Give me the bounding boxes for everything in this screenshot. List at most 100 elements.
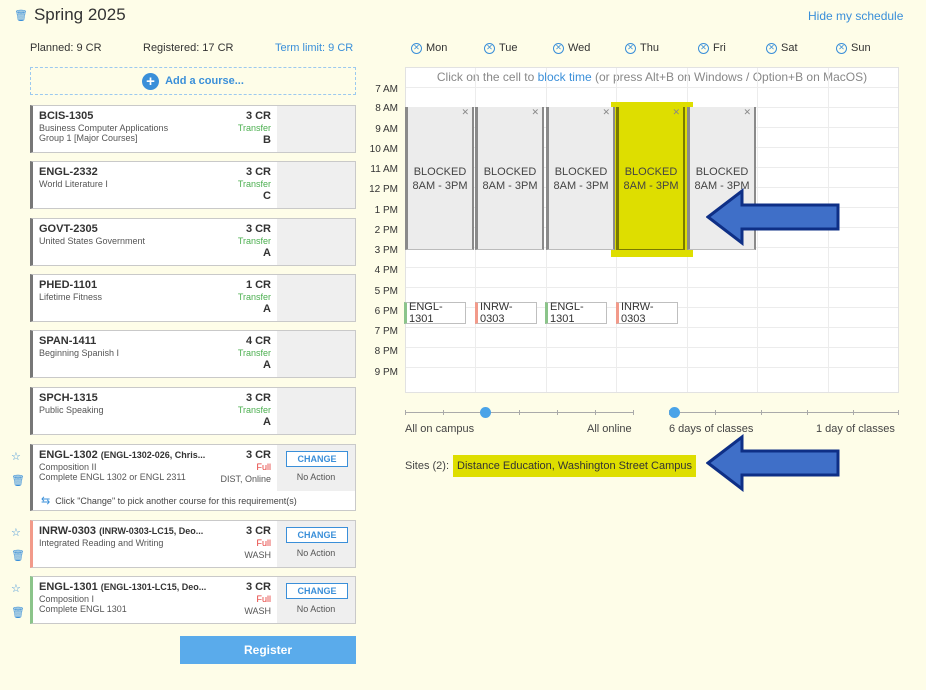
day-toggle-sat[interactable]: ✕ Sat: [766, 42, 798, 54]
day-toggle-tue[interactable]: ✕ Tue: [484, 42, 518, 54]
slider-handle[interactable]: [480, 407, 491, 418]
course-credits: 3 CR: [245, 392, 271, 404]
hide-schedule-link[interactable]: Hide my schedule: [808, 9, 903, 23]
day-label: Mon: [426, 42, 448, 54]
arrow-left-icon: [706, 434, 840, 492]
course-card[interactable]: PHED-1101 Lifetime Fitness 1 CR Transfer…: [30, 274, 356, 322]
slider-handle[interactable]: [669, 407, 680, 418]
course-status: Full: [256, 462, 271, 472]
course-card[interactable]: ENGL-1301 (ENGL-1301-LC15, Deo... Compos…: [30, 576, 356, 624]
change-hint-text: Click "Change" to pick another course fo…: [55, 495, 297, 506]
term-title-text: Spring 2025: [33, 5, 126, 24]
term-title: 🗑 Spring 2025: [14, 5, 126, 25]
course-status: Transfer: [237, 123, 271, 133]
term-limit-link[interactable]: Term limit: 9 CR: [275, 42, 353, 54]
course-card[interactable]: INRW-0303 (INRW-0303-LC15, Deo... Integr…: [30, 520, 356, 568]
course-status: Transfer: [237, 179, 271, 189]
time-label: 8 PM: [374, 346, 398, 357]
class-section-mon[interactable]: ENGL-1301: [404, 301, 466, 325]
swap-icon: ⇆: [41, 495, 51, 507]
close-circle-icon: ✕: [766, 42, 777, 54]
sites-value[interactable]: Distance Education, Washington Street Ca…: [453, 455, 697, 477]
blocked-time-wed[interactable]: ✕ BLOCKED 8AM - 3PM: [546, 107, 615, 250]
course-status: Full: [256, 538, 271, 548]
star-icon[interactable]: ☆: [11, 450, 21, 463]
block-time-range: 8AM - 3PM: [412, 180, 468, 192]
trash-icon[interactable]: 🗑: [11, 474, 25, 487]
time-label: 4 PM: [374, 265, 398, 276]
course-card[interactable]: SPAN-1411 Beginning Spanish I 4 CR Trans…: [30, 330, 356, 378]
change-button[interactable]: CHANGE: [286, 527, 348, 543]
block-label: BLOCKED: [624, 166, 678, 178]
trash-icon[interactable]: 🗑: [14, 9, 28, 22]
day-toggle-fri[interactable]: ✕ Fri: [698, 42, 726, 54]
grid-hint: Click on the cell to block time (or pres…: [406, 70, 898, 84]
course-name: Business Computer Applications: [39, 123, 169, 133]
sites-filter[interactable]: Sites (2): Distance Education, Washingto…: [405, 455, 697, 477]
course-card[interactable]: GOVT-2305 United States Government 3 CR …: [30, 218, 356, 266]
class-section-wed[interactable]: ENGL-1301: [545, 301, 607, 325]
action-status: No Action: [296, 604, 336, 614]
course-card[interactable]: BCIS-1305 Business Computer Applications…: [30, 105, 356, 153]
blocked-time-tue[interactable]: ✕ BLOCKED 8AM - 3PM: [475, 107, 544, 250]
course-section: (ENGL-1302-026, Chris...: [100, 450, 206, 460]
time-label: 8 AM: [375, 103, 398, 114]
time-label: 5 PM: [374, 286, 398, 297]
close-circle-icon: ✕: [553, 42, 564, 54]
course-side-panel: [277, 275, 355, 321]
course-section: (INRW-0303-LC15, Deo...: [99, 526, 204, 536]
course-name: United States Government: [39, 236, 146, 246]
time-label: 11 AM: [370, 164, 398, 175]
day-toggle-thu[interactable]: ✕ Thu: [625, 42, 659, 54]
slider-label-online: All online: [587, 423, 632, 435]
change-button[interactable]: CHANGE: [286, 583, 348, 599]
action-status: No Action: [296, 548, 336, 558]
register-button[interactable]: Register: [180, 636, 356, 664]
course-requirement: Complete ENGL 1302 or ENGL 2311: [39, 472, 186, 482]
time-label: 3 PM: [374, 245, 398, 256]
trash-icon[interactable]: 🗑: [11, 549, 25, 562]
course-side-panel: [277, 219, 355, 265]
blocked-time-thu[interactable]: ✕ BLOCKED 8AM - 3PM: [616, 107, 685, 250]
hint-suffix: (or press Alt+B on Windows / Option+B on…: [591, 70, 868, 84]
day-toggle-mon[interactable]: ✕ Mon: [411, 42, 447, 54]
course-card[interactable]: ENGL-1302 (ENGL-1302-026, Chris... Compo…: [30, 444, 356, 492]
day-label: Sat: [781, 42, 798, 54]
star-icon[interactable]: ☆: [11, 526, 21, 539]
course-card[interactable]: ENGL-2332 World Literature I 3 CR Transf…: [30, 161, 356, 209]
trash-icon[interactable]: 🗑: [11, 606, 25, 619]
day-toggle-sun[interactable]: ✕ Sun: [836, 42, 871, 54]
remove-block-icon[interactable]: ✕: [672, 107, 680, 118]
block-label: BLOCKED: [483, 166, 537, 178]
course-grade: A: [263, 247, 271, 259]
course-section: (ENGL-1301-LC15, Deo...: [100, 582, 207, 592]
remove-block-icon[interactable]: ✕: [461, 107, 469, 118]
course-grade: C: [263, 190, 271, 202]
course-credits: 3 CR: [245, 525, 271, 537]
change-button[interactable]: CHANGE: [286, 451, 348, 467]
star-icon[interactable]: ☆: [11, 582, 21, 595]
course-credits: 1 CR: [245, 279, 271, 291]
campus-online-slider[interactable]: [405, 407, 634, 418]
course-code: SPAN-1411: [39, 335, 97, 347]
add-course-button[interactable]: + Add a course...: [30, 67, 356, 95]
close-circle-icon: ✕: [836, 42, 847, 54]
course-side-panel: [277, 162, 355, 208]
course-card[interactable]: SPCH-1315 Public Speaking 3 CR Transfer …: [30, 387, 356, 435]
close-circle-icon: ✕: [484, 42, 495, 54]
days-of-classes-slider[interactable]: [669, 407, 899, 418]
remove-block-icon[interactable]: ✕: [531, 107, 539, 118]
day-toggle-wed[interactable]: ✕ Wed: [553, 42, 590, 54]
blocked-time-mon[interactable]: ✕ BLOCKED 8AM - 3PM: [405, 107, 474, 250]
course-name: Lifetime Fitness: [39, 292, 103, 302]
course-grade: A: [263, 416, 271, 428]
remove-block-icon[interactable]: ✕: [743, 107, 751, 118]
time-label: 2 PM: [374, 225, 398, 236]
course-grade: B: [263, 134, 271, 146]
class-section-tue[interactable]: INRW-0303: [475, 301, 537, 325]
course-name: Beginning Spanish I: [39, 348, 120, 358]
class-section-thu[interactable]: INRW-0303: [616, 301, 678, 325]
block-label: BLOCKED: [413, 166, 467, 178]
remove-block-icon[interactable]: ✕: [602, 107, 610, 118]
course-side-panel: [277, 388, 355, 434]
